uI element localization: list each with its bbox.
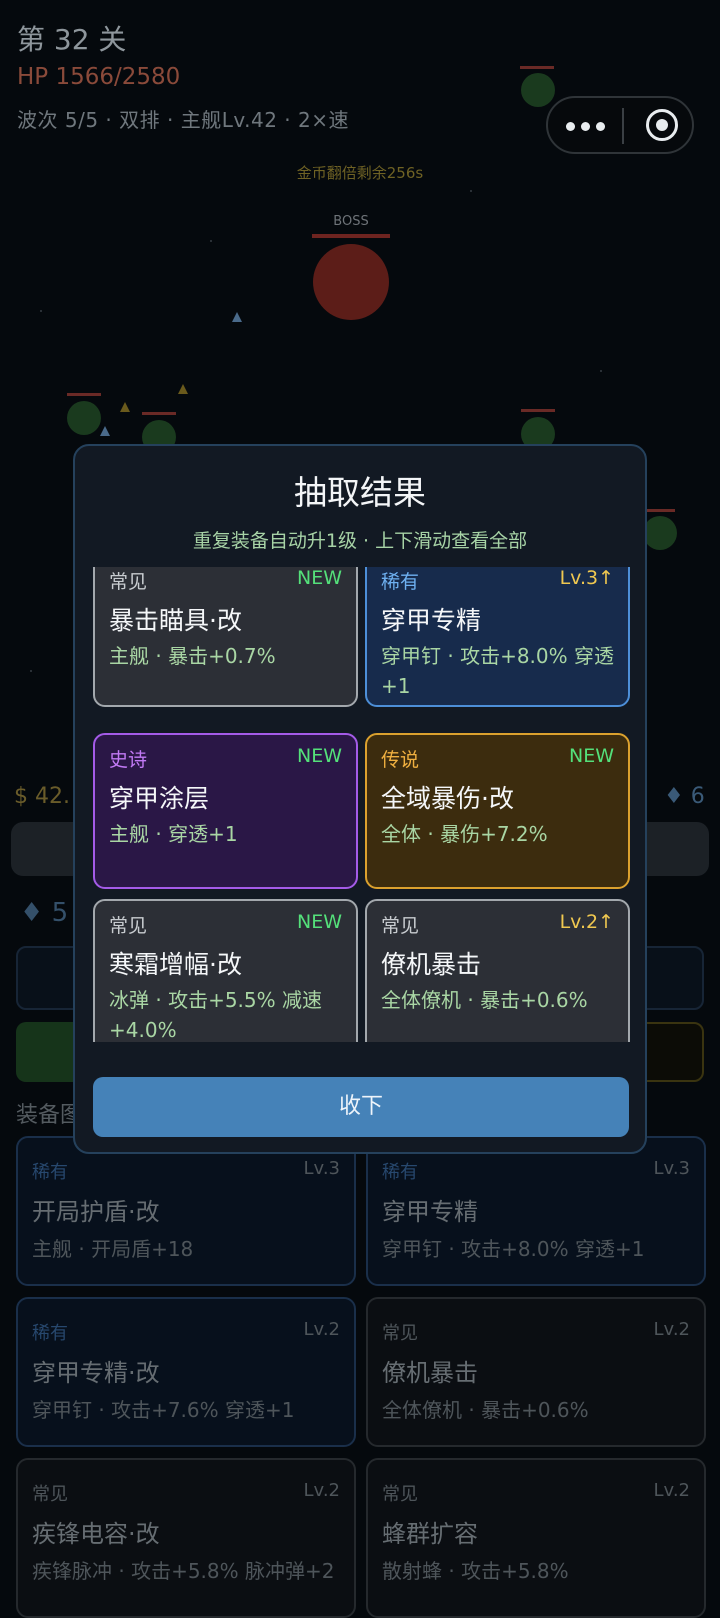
card-name: 穿甲专精: [381, 606, 482, 635]
new-badge: NEW: [296, 911, 342, 933]
equipment-desc: 全体僚机 · 暴击+0.6%: [382, 1398, 589, 1422]
rarity-label: 常见: [381, 915, 420, 937]
level-up-badge: Lv.3↑: [559, 567, 614, 589]
rarity-label: 常见: [382, 1323, 418, 1344]
equipment-name: 穿甲专精·改: [32, 1359, 160, 1387]
gem-count: 6: [690, 784, 705, 809]
money-readout: $ 42.: [14, 784, 70, 809]
gem-readout: ♦ 6: [664, 784, 705, 809]
card-name: 穿甲涂层: [109, 784, 210, 813]
equipment-card[interactable]: 稀有 Lv.3 开局护盾·改 主舰 · 开局盾+18: [16, 1136, 356, 1286]
rarity-label: 稀有: [32, 1323, 68, 1344]
equipment-desc: 主舰 · 开局盾+18: [32, 1237, 194, 1261]
gem-readout-2: ♦ 5: [20, 898, 69, 928]
modal-title: 抽取结果: [294, 473, 426, 512]
level-label: Lv.2: [653, 1319, 690, 1340]
rarity-label: 传说: [381, 749, 420, 771]
equipment-card[interactable]: 常见 Lv.2 僚机暴击 全体僚机 · 暴击+0.6%: [366, 1297, 706, 1447]
rarity-label: 稀有: [32, 1162, 68, 1183]
card-desc: 冰弹 · 攻击+5.5% 减速+4.0%: [109, 988, 322, 1042]
card-desc: 穿甲钉 · 攻击+8.0% 穿透+1: [381, 644, 614, 698]
rarity-label: 常见: [382, 1484, 418, 1505]
equipment-name: 穿甲专精: [382, 1198, 478, 1226]
more-icon[interactable]: [566, 117, 610, 135]
equipment-card[interactable]: 常见 Lv.2 蜂群扩容 散射蜂 · 攻击+5.8%: [366, 1458, 706, 1618]
equipment-name: 蜂群扩容: [382, 1520, 478, 1548]
draw-result-modal: 抽取结果 重复装备自动升1级 · 上下滑动查看全部 常见 NEW 暴击瞄具·改 …: [73, 444, 647, 1154]
boss-label: BOSS: [333, 214, 369, 229]
capsule-divider: [622, 108, 624, 144]
card-name: 寒霜增幅·改: [109, 950, 242, 979]
result-card[interactable]: 常见 Lv.2↑ 僚机暴击 全体僚机 · 暴击+0.6%: [365, 899, 630, 1042]
rarity-label: 史诗: [109, 749, 148, 771]
equipment-desc: 穿甲钉 · 攻击+8.0% 穿透+1: [382, 1237, 645, 1261]
result-card[interactable]: 传说 NEW 全域暴伤·改 全体 · 暴伤+7.2%: [365, 733, 630, 889]
equipment-name: 僚机暴击: [382, 1359, 478, 1387]
level-up-badge: Lv.2↑: [559, 911, 614, 933]
close-target-icon[interactable]: [646, 109, 678, 141]
level-title: 第 32 关: [17, 23, 127, 56]
enemy-health-bar: [645, 509, 675, 512]
rarity-label: 常见: [32, 1484, 68, 1505]
equipment-desc: 穿甲钉 · 攻击+7.6% 穿透+1: [32, 1398, 295, 1422]
card-desc: 主舰 · 穿透+1: [109, 822, 238, 846]
result-card[interactable]: 常见 NEW 暴击瞄具·改 主舰 · 暴击+0.7%: [93, 567, 358, 707]
projectile: [120, 402, 130, 412]
enemy-health-bar: [521, 409, 555, 412]
result-card[interactable]: 常见 NEW 寒霜增幅·改 冰弹 · 攻击+5.5% 减速+4.0%: [93, 899, 358, 1042]
equipment-card[interactable]: 常见 Lv.2 疾锋电容·改 疾锋脉冲 · 攻击+5.8% 脉冲弹+2: [16, 1458, 356, 1618]
equipment-name: 开局护盾·改: [32, 1198, 160, 1226]
level-label: Lv.3: [303, 1158, 340, 1179]
gem-count-2: 5: [51, 898, 69, 928]
new-badge: NEW: [296, 745, 342, 767]
enemy-health-bar: [67, 393, 101, 396]
enemy-health-bar: [142, 412, 176, 415]
result-scroll-area[interactable]: 常见 NEW 暴击瞄具·改 主舰 · 暴击+0.7% 稀有 Lv.3↑ 穿甲专精…: [75, 567, 645, 1042]
projectile: [100, 426, 110, 436]
equipment-card[interactable]: 稀有 Lv.2 穿甲专精·改 穿甲钉 · 攻击+7.6% 穿透+1: [16, 1297, 356, 1447]
card-desc: 全体 · 暴伤+7.2%: [381, 822, 548, 846]
equipment-desc: 散射蜂 · 攻击+5.8%: [382, 1559, 569, 1583]
projectile: [232, 312, 242, 322]
equipment-name: 疾锋电容·改: [32, 1520, 160, 1548]
equipment-card[interactable]: 稀有 Lv.3 穿甲专精 穿甲钉 · 攻击+8.0% 穿透+1: [366, 1136, 706, 1286]
boss-enemy: [313, 244, 389, 320]
level-label: Lv.3: [653, 1158, 690, 1179]
miniprogram-capsule: [546, 96, 694, 154]
new-badge: NEW: [296, 567, 342, 589]
level-label: Lv.2: [303, 1319, 340, 1340]
rarity-label: 常见: [109, 915, 148, 937]
card-name: 全域暴伤·改: [381, 784, 514, 813]
enemy-ship: [67, 401, 101, 435]
card-desc: 主舰 · 暴击+0.7%: [109, 644, 276, 668]
enemy-ship: [521, 73, 555, 107]
collect-button[interactable]: 收下: [93, 1077, 629, 1137]
equipment-desc: 疾锋脉冲 · 攻击+5.8% 脉冲弹+2: [32, 1559, 335, 1583]
card-name: 僚机暴击: [381, 950, 482, 979]
result-card[interactable]: 稀有 Lv.3↑ 穿甲专精 穿甲钉 · 攻击+8.0% 穿透+1: [365, 567, 630, 707]
hp-readout: HP 1566/2580: [17, 64, 181, 90]
boss-health-bar: [312, 234, 390, 238]
new-badge: NEW: [568, 745, 614, 767]
result-card[interactable]: 史诗 NEW 穿甲涂层 主舰 · 穿透+1: [93, 733, 358, 889]
wave-info: 波次 5/5 · 双排 · 主舰Lv.42 · 2×速: [17, 108, 349, 132]
enemy-ship: [643, 516, 677, 550]
card-desc: 全体僚机 · 暴击+0.6%: [381, 988, 588, 1012]
level-label: Lv.2: [303, 1480, 340, 1501]
card-name: 暴击瞄具·改: [109, 606, 242, 635]
rarity-label: 常见: [109, 571, 148, 593]
rarity-label: 稀有: [382, 1162, 418, 1183]
modal-subtitle: 重复装备自动升1级 · 上下滑动查看全部: [192, 530, 528, 552]
enemy-health-bar: [520, 66, 554, 69]
rarity-label: 稀有: [381, 571, 420, 593]
projectile: [178, 384, 188, 394]
level-label: Lv.2: [653, 1480, 690, 1501]
